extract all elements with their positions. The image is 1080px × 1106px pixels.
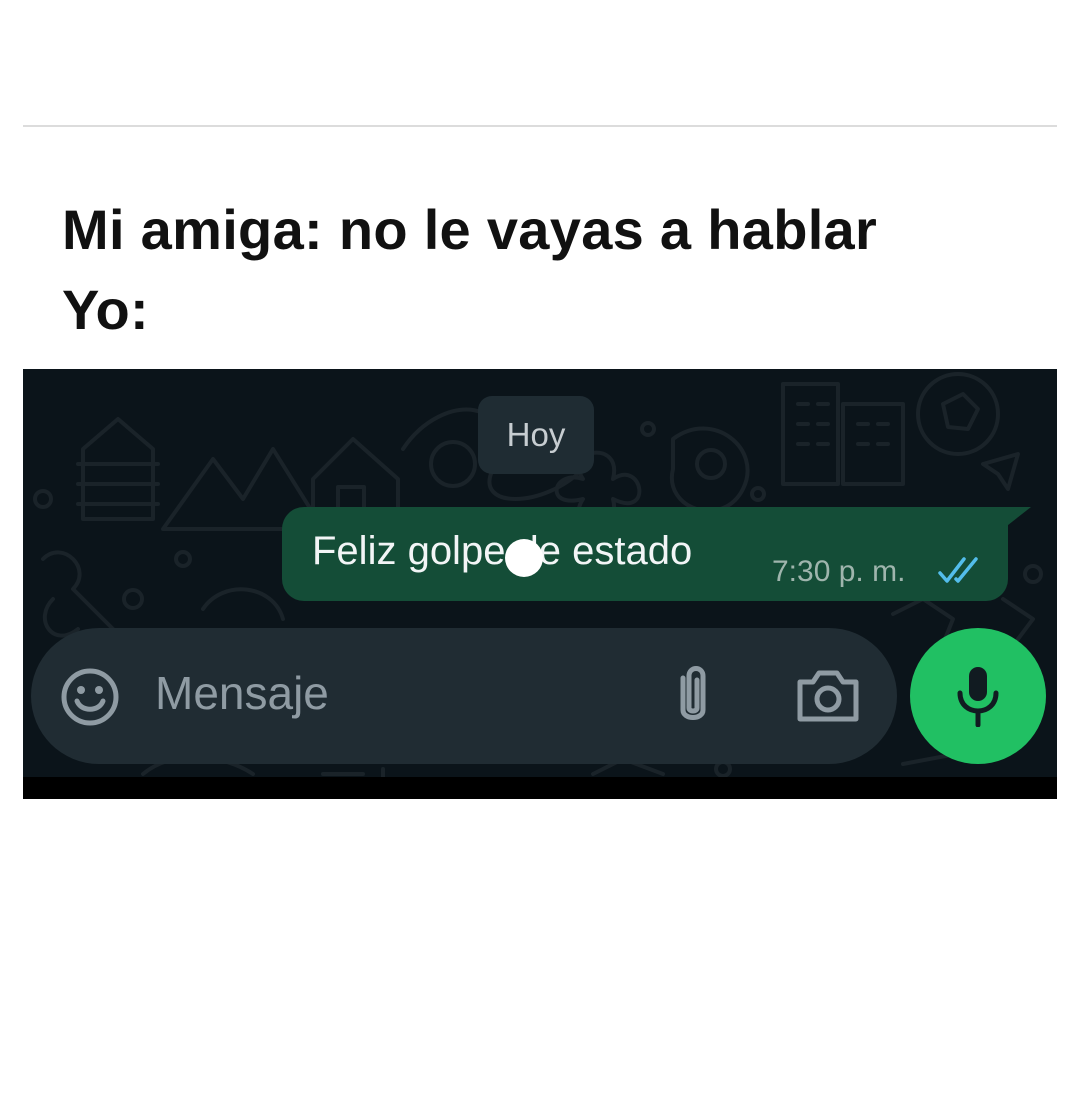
date-separator-chip: Hoy [478,396,594,474]
top-divider [23,125,1057,127]
microphone-icon [957,667,999,727]
camera-icon[interactable] [795,668,861,724]
bottom-black-strip [23,777,1057,799]
message-timestamp: 7:30 p. m. [772,555,906,588]
touch-cursor-dot [505,539,543,577]
paperclip-icon[interactable] [663,664,723,728]
message-text: Feliz golpe de estado [312,529,693,573]
message-input[interactable]: Mensaje [155,666,329,720]
message-input-bar[interactable]: Mensaje [31,628,897,764]
bubble-tail [1003,507,1031,529]
emoji-icon[interactable] [59,666,121,728]
chat-screen: Hoy Feliz golpe de estado 7:30 p. m. Men… [23,369,1057,799]
meme-caption: Mi amiga: no le vayas a hablar Yo: [62,190,877,350]
voice-record-button[interactable] [910,628,1046,764]
double-check-read-icon [938,557,978,583]
caption-line-1: Mi amiga: no le vayas a hablar [62,198,878,261]
caption-line-2: Yo: [62,278,149,341]
outgoing-message-bubble[interactable]: Feliz golpe de estado 7:30 p. m. [282,507,1008,601]
